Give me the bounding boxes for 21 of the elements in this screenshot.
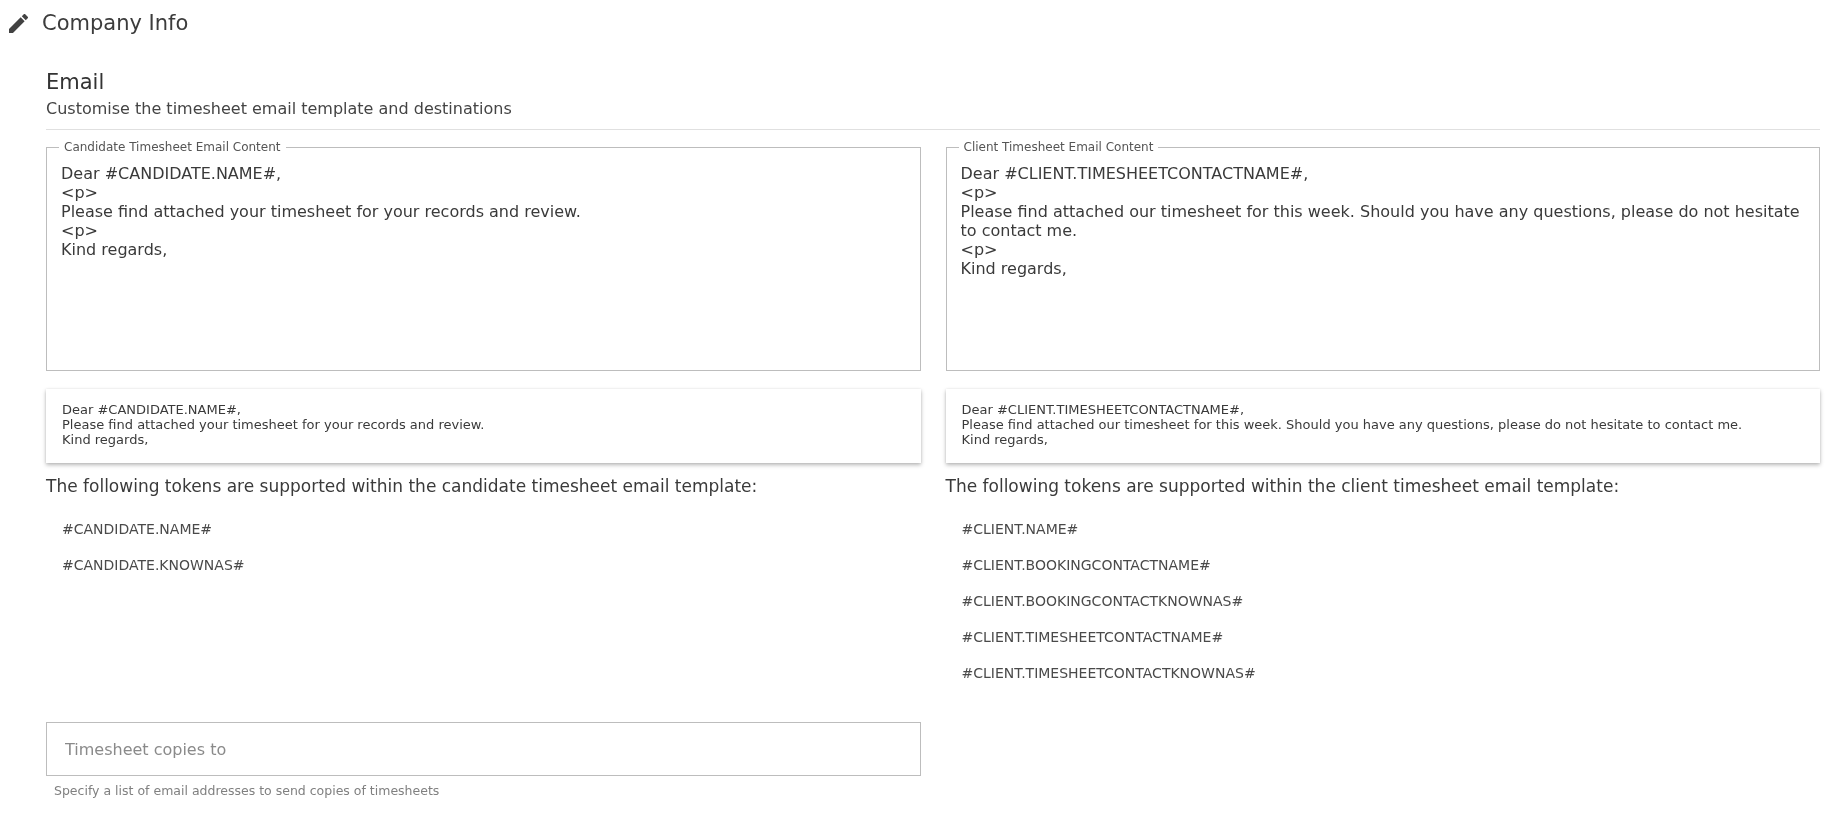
tokens-intro: The following tokens are supported within the client timesheet email template: <box>945 476 1621 497</box>
token-text: #CLIENT.BOOKINGCONTACTKNOWNAS# <box>961 593 1244 610</box>
copies-input-field[interactable]: Timesheet copies to <box>46 722 921 776</box>
field-label: Candidate Timesheet Email Content <box>63 140 282 154</box>
token-text: #CLIENT.BOOKINGCONTACTNAME# <box>961 557 1211 574</box>
section-title: Email <box>46 70 106 94</box>
preview-text: Dear #CANDIDATE.NAME#, Please find attached your timesheet for your records and review. Kind regards, <box>62 402 486 447</box>
token-text: #CANDIDATE.KNOWNAS# <box>62 557 245 574</box>
field-hint: Specify a list of email addresses to send copies of timesheets <box>53 783 441 798</box>
token-text: #CLIENT.NAME# <box>961 521 1079 538</box>
tokens-intro: The following tokens are supported within the candidate timesheet email template: <box>46 476 759 497</box>
pencil-icon <box>9 13 28 33</box>
section-subtitle: Customise the timesheet email template and destinations <box>46 99 513 118</box>
page-title: Company Info <box>42 11 189 35</box>
preview-text: Dear #CLIENT.TIMESHEETCONTACTNAME#, Please find attached our timesheet for this week. Should you have any questions, please do not hesitate to contact me. Kind regards, <box>961 402 1744 447</box>
field-label: Client Timesheet Email Content <box>962 140 1155 154</box>
email-content-field[interactable]: Candidate Timesheet Email Content Dear #CANDIDATE.NAME#, <p> Please find attached your timesheet for your records and review. <p> Kind regards, <box>46 140 921 371</box>
token-text: #CLIENT.TIMESHEETCONTACTNAME# <box>961 629 1224 646</box>
token-text: #CLIENT.TIMESHEETCONTACTKNOWNAS# <box>961 665 1256 682</box>
token-text: #CANDIDATE.NAME# <box>62 521 213 538</box>
email-content-field[interactable]: Client Timesheet Email Content Dear #CLIENT.TIMESHEETCONTACTNAME#, <p> Please find attached our timesheet for this week. Should you have any questions, please do not hesitate to contact me. <p> Kind regards, <box>945 140 1820 371</box>
